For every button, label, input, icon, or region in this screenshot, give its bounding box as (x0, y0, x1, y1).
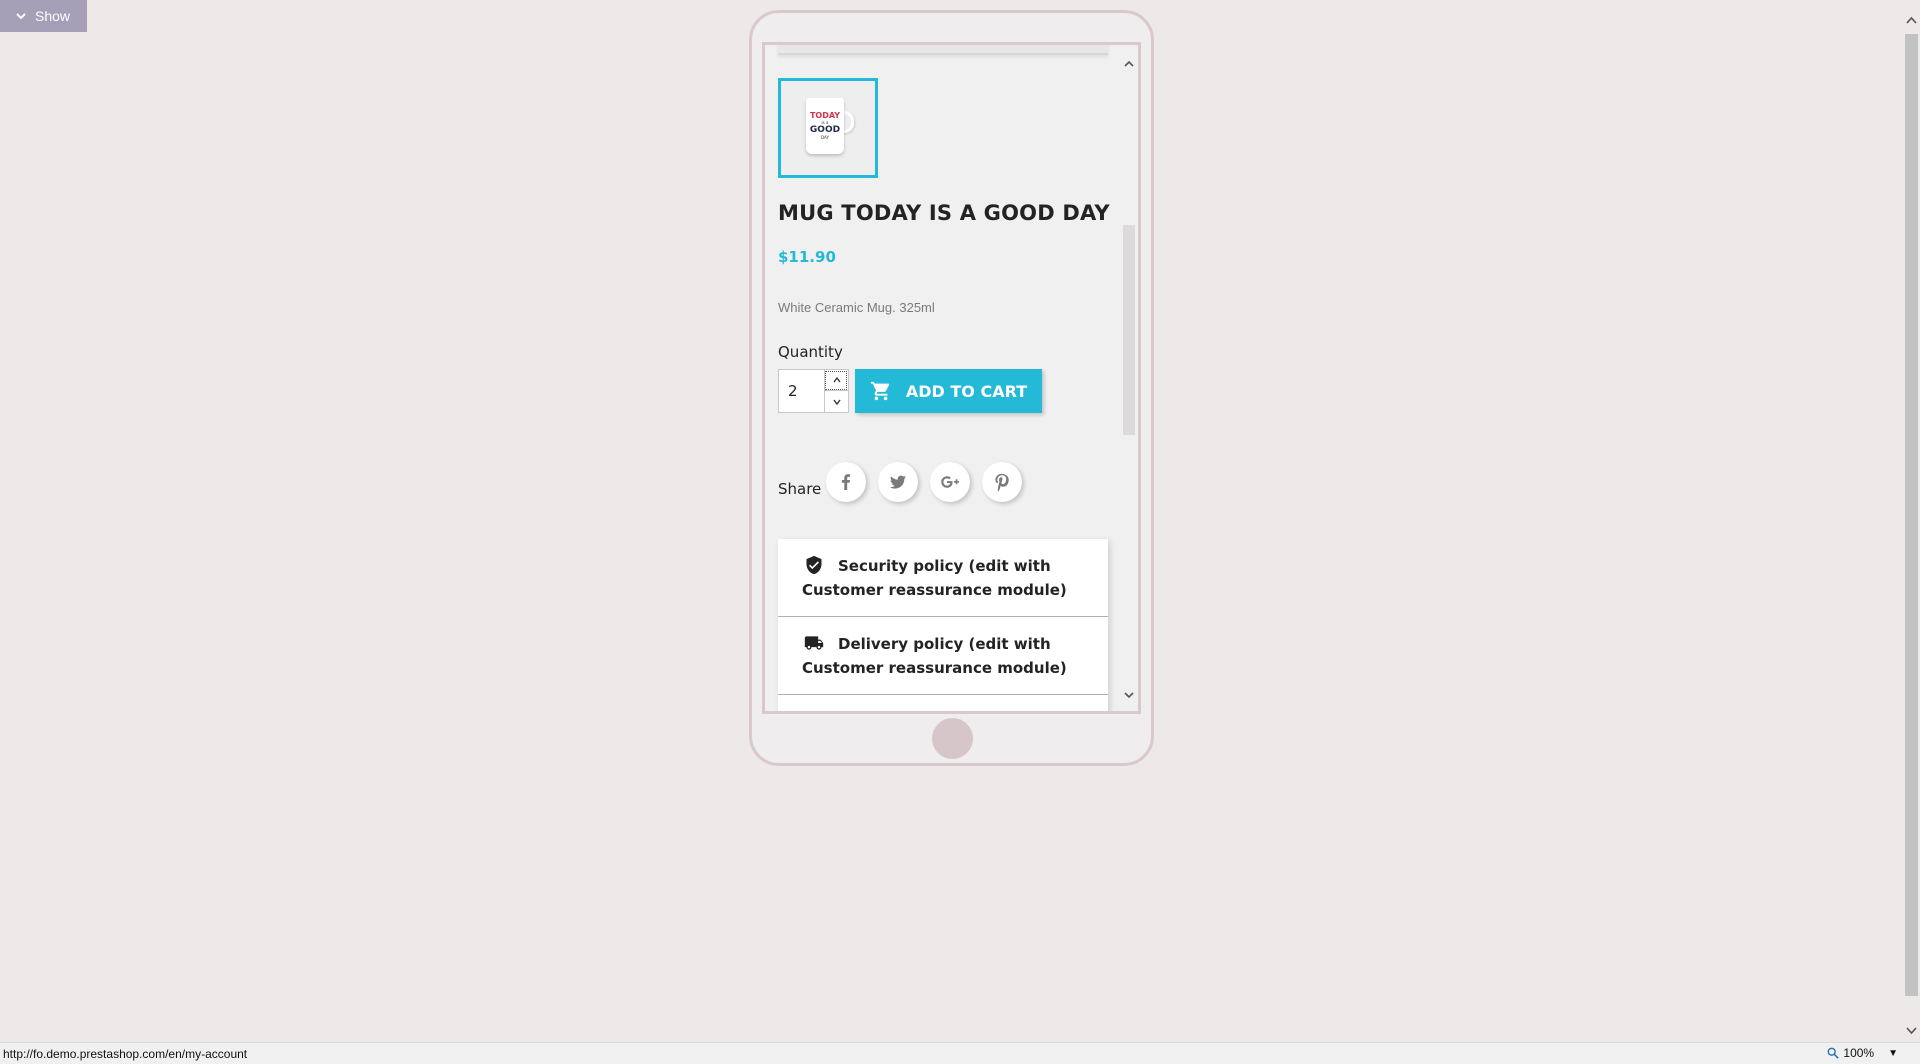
mug-print-line1: TODAY (809, 111, 841, 120)
show-toggle-label: Show (35, 8, 71, 24)
twitter-icon (890, 475, 906, 489)
share-twitter-button[interactable] (878, 462, 918, 502)
add-to-cart-button[interactable]: ADD TO CART (855, 369, 1042, 413)
reassurance-item-security: Security policy (edit with Customer reas… (778, 539, 1108, 617)
zoom-control[interactable]: 100% ▼ (1827, 1046, 1898, 1060)
window-scrollbar-thumb[interactable] (1905, 34, 1918, 996)
phone-home-button (932, 718, 973, 759)
zoom-magnifier-icon (1827, 1047, 1840, 1059)
google-plus-icon (941, 476, 959, 488)
phone-scrollbar[interactable] (1122, 45, 1136, 711)
chevron-up-icon (832, 376, 841, 383)
show-toggle-button[interactable]: Show (0, 0, 87, 32)
quantity-decrease-button[interactable] (824, 391, 848, 412)
status-bar: http://fo.demo.prestashop.com/en/my-acco… (0, 1042, 1920, 1064)
phone-scrollbar-thumb[interactable] (1123, 225, 1135, 435)
product-short-description: White Ceramic Mug. 325ml (778, 300, 935, 315)
reassurance-item-delivery: Delivery policy (edit with Customer reas… (778, 617, 1108, 695)
reassurance-block: Security policy (edit with Customer reas… (778, 539, 1108, 711)
header-sliver (778, 45, 1108, 55)
chevron-down-icon (16, 13, 26, 20)
reassurance-delivery-text: Delivery policy (edit with Customer reas… (802, 635, 1067, 677)
mug-image: TODAY is a GOOD DAY (798, 93, 858, 163)
quantity-increase-button[interactable] (824, 370, 848, 391)
shopping-cart-icon (870, 381, 890, 401)
share-label: Share (778, 480, 822, 498)
shield-check-icon (806, 555, 822, 575)
phone-screen[interactable]: TODAY is a GOOD DAY MUG TODAY IS A GOOD … (762, 42, 1141, 714)
facebook-icon (841, 474, 851, 490)
reassurance-item-partial (778, 695, 1108, 711)
quantity-stepper (778, 369, 849, 413)
delivery-truck-icon (804, 636, 824, 650)
mug-print-line4: DAY (821, 135, 829, 140)
status-url: http://fo.demo.prestashop.com/en/my-acco… (3, 1047, 248, 1061)
share-google-plus-button[interactable] (930, 462, 970, 502)
mug-print-line3: GOOD (809, 125, 841, 135)
scroll-up-arrow-icon[interactable] (1123, 58, 1135, 70)
pinterest-icon (995, 473, 1009, 492)
share-pinterest-button[interactable] (982, 462, 1022, 502)
add-to-cart-label: ADD TO CART (905, 381, 1028, 401)
product-thumbnail[interactable]: TODAY is a GOOD DAY (778, 78, 878, 178)
window-scrollbar[interactable] (1903, 0, 1920, 1042)
scroll-up-arrow-icon[interactable] (1905, 14, 1918, 27)
scroll-down-arrow-icon[interactable] (1905, 1024, 1918, 1037)
chevron-down-icon (832, 399, 841, 405)
product-title: MUG TODAY IS A GOOD DAY (778, 201, 1110, 225)
phone-frame: TODAY is a GOOD DAY MUG TODAY IS A GOOD … (749, 10, 1154, 766)
zoom-dropdown-icon[interactable]: ▼ (1888, 1048, 1898, 1059)
scroll-down-arrow-icon[interactable] (1123, 689, 1135, 701)
product-price: $11.90 (778, 248, 836, 266)
zoom-level: 100% (1843, 1046, 1875, 1060)
quantity-input[interactable] (779, 370, 825, 412)
reassurance-security-text: Security policy (edit with Customer reas… (802, 557, 1067, 599)
share-facebook-button[interactable] (826, 462, 866, 502)
quantity-label: Quantity (778, 343, 843, 361)
